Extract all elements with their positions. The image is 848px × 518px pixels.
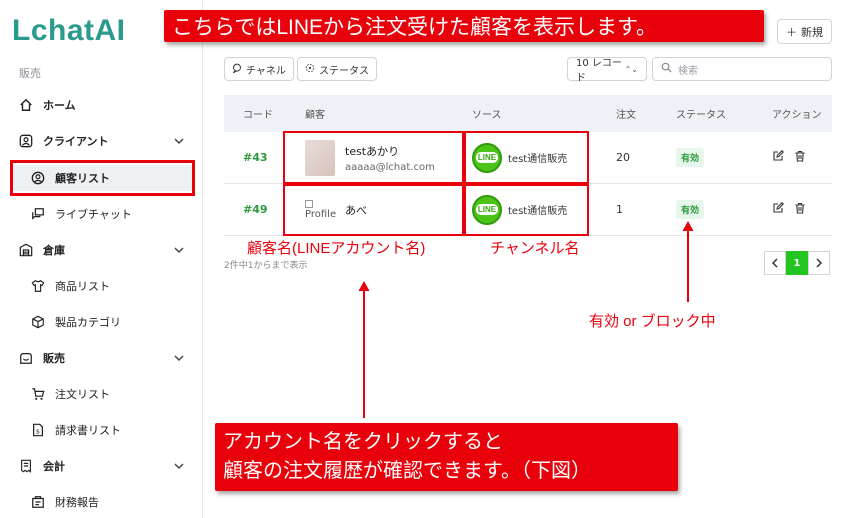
svg-text:$: $ — [36, 429, 40, 436]
column-header-status[interactable]: ステータス — [672, 106, 760, 121]
per-page-value: 10 レコード — [576, 58, 622, 84]
sidebar-item-label: クライアント — [43, 135, 109, 148]
pagination: 1 — [764, 251, 830, 275]
box-icon — [30, 314, 46, 330]
new-button[interactable]: ＋ 新規 — [777, 19, 832, 44]
annotation-top-banner: こちらではLINEから注文受けた顧客を表示します。 — [164, 10, 764, 42]
sidebar-item-label: ライブチャット — [55, 208, 132, 221]
sidebar-item-warehouse[interactable]: 倉庫 — [12, 237, 194, 263]
column-header-customer[interactable]: 顧客 — [297, 106, 464, 121]
status-badge: 有効 — [676, 148, 705, 167]
column-header-source[interactable]: ソース — [464, 106, 610, 121]
sidebar-item-label: 請求書リスト — [55, 424, 121, 437]
chat-icon — [30, 206, 46, 222]
status-filter-button[interactable]: ステータス — [297, 57, 377, 81]
sidebar-item-product-category[interactable]: 製品カテゴリ — [12, 309, 194, 335]
annotation-box-channel-row1 — [464, 131, 589, 184]
prev-page-button[interactable] — [764, 251, 786, 275]
chevron-down-icon — [174, 355, 184, 362]
channel-filter-button[interactable]: チャネル — [224, 57, 294, 81]
sidebar-item-label: 販売 — [43, 352, 65, 365]
sidebar-item-label: 会計 — [43, 460, 65, 473]
annotation-channel-label: チャンネル名 — [490, 240, 580, 257]
report-icon — [30, 494, 46, 510]
next-page-button[interactable] — [808, 251, 830, 275]
table-header: コード 顧客 ソース 注文 ステータス アクション — [224, 95, 832, 132]
column-header-action: アクション — [772, 110, 822, 121]
search-icon — [661, 62, 672, 76]
annotation-box-channel-row2 — [464, 184, 589, 236]
receipt-icon — [18, 458, 34, 474]
annotation-bottom-banner: アカウント名をクリックすると 顧客の注文履歴が確認できます。（下図） — [215, 423, 678, 491]
warehouse-icon — [18, 242, 34, 258]
annotation-bottom-line2: 顧客の注文履歴が確認できます。（下図） — [223, 460, 591, 482]
sidebar-item-label: 財務報告 — [55, 496, 99, 509]
annotation-arrow-customer — [358, 281, 370, 418]
status-badge: 有効 — [676, 200, 705, 219]
customer-code-link[interactable]: #43 — [243, 151, 268, 164]
sidebar-item-label: 商品リスト — [55, 280, 110, 293]
sidebar-item-label: 注文リスト — [55, 388, 110, 401]
customer-code-link[interactable]: #49 — [243, 203, 268, 216]
sidebar-item-home[interactable]: ホーム — [12, 92, 194, 118]
trash-icon[interactable] — [794, 202, 806, 217]
per-page-select[interactable]: 10 レコード ⌃⌄ — [567, 57, 647, 84]
sidebar-item-client[interactable]: クライアント — [12, 128, 194, 154]
annotation-bottom-line1: アカウント名をクリックすると — [223, 431, 503, 453]
sidebar-item-accounting[interactable]: 会計 — [12, 453, 194, 479]
app-logo[interactable]: LchatAI — [12, 14, 126, 48]
sidebar-item-live-chat[interactable]: ライブチャット — [12, 201, 194, 227]
shirt-icon — [30, 278, 46, 294]
table-footnote: 2件中1からまで表示 — [224, 261, 308, 271]
sidebar-item-label: ホーム — [43, 99, 76, 112]
chevron-down-icon — [174, 138, 184, 145]
column-header-orders[interactable]: 注文 — [610, 106, 672, 121]
trash-icon[interactable] — [794, 150, 806, 165]
sidebar: LchatAI 販売 ホーム クライアント 顧客リスト ライブチャット 倉庫 商… — [0, 0, 203, 518]
column-header-code[interactable]: コード — [224, 106, 297, 121]
sidebar-item-product-list[interactable]: 商品リスト — [12, 273, 194, 299]
sidebar-item-label: 倉庫 — [43, 244, 65, 257]
sidebar-item-order-list[interactable]: 注文リスト — [12, 381, 194, 407]
sidebar-item-invoice-list[interactable]: $ 請求書リスト — [12, 417, 194, 443]
edit-icon[interactable] — [772, 150, 784, 165]
cart-icon — [30, 386, 46, 402]
annotation-box-customer-row2 — [283, 184, 464, 236]
edit-icon[interactable] — [772, 202, 784, 217]
store-icon — [18, 350, 34, 366]
status-dots-icon — [305, 63, 315, 76]
status-filter-label: ステータス — [319, 65, 369, 77]
chat-bubble-icon — [232, 63, 242, 76]
chevron-down-icon — [174, 463, 184, 470]
page-button-current[interactable]: 1 — [786, 251, 808, 275]
sidebar-item-label: 製品カテゴリ — [55, 316, 121, 329]
search-placeholder: 検索 — [678, 65, 698, 77]
annotation-highlight-customer-list — [10, 160, 195, 196]
home-icon — [18, 97, 34, 113]
channel-filter-label: チャネル — [246, 65, 286, 77]
select-arrows-icon: ⌃⌄ — [624, 64, 638, 74]
invoice-icon: $ — [30, 422, 46, 438]
sidebar-section-label: 販売 — [19, 67, 41, 80]
annotation-status-label: 有効 or ブロック中 — [589, 313, 716, 330]
order-count: 1 — [616, 203, 623, 216]
annotation-arrow-status — [682, 221, 694, 302]
sidebar-item-financial-report[interactable]: 財務報告 — [12, 489, 194, 515]
chevron-down-icon — [174, 247, 184, 254]
annotation-customer-label: 顧客名(LINEアカウント名) — [247, 240, 426, 257]
annotation-box-customer-row1 — [283, 131, 464, 184]
sidebar-item-sales[interactable]: 販売 — [12, 345, 194, 371]
plus-icon: ＋ — [786, 25, 797, 39]
order-count: 20 — [616, 151, 630, 164]
new-button-label: 新規 — [801, 25, 823, 39]
user-circle-icon — [18, 133, 34, 149]
search-input[interactable]: 検索 — [652, 57, 832, 81]
